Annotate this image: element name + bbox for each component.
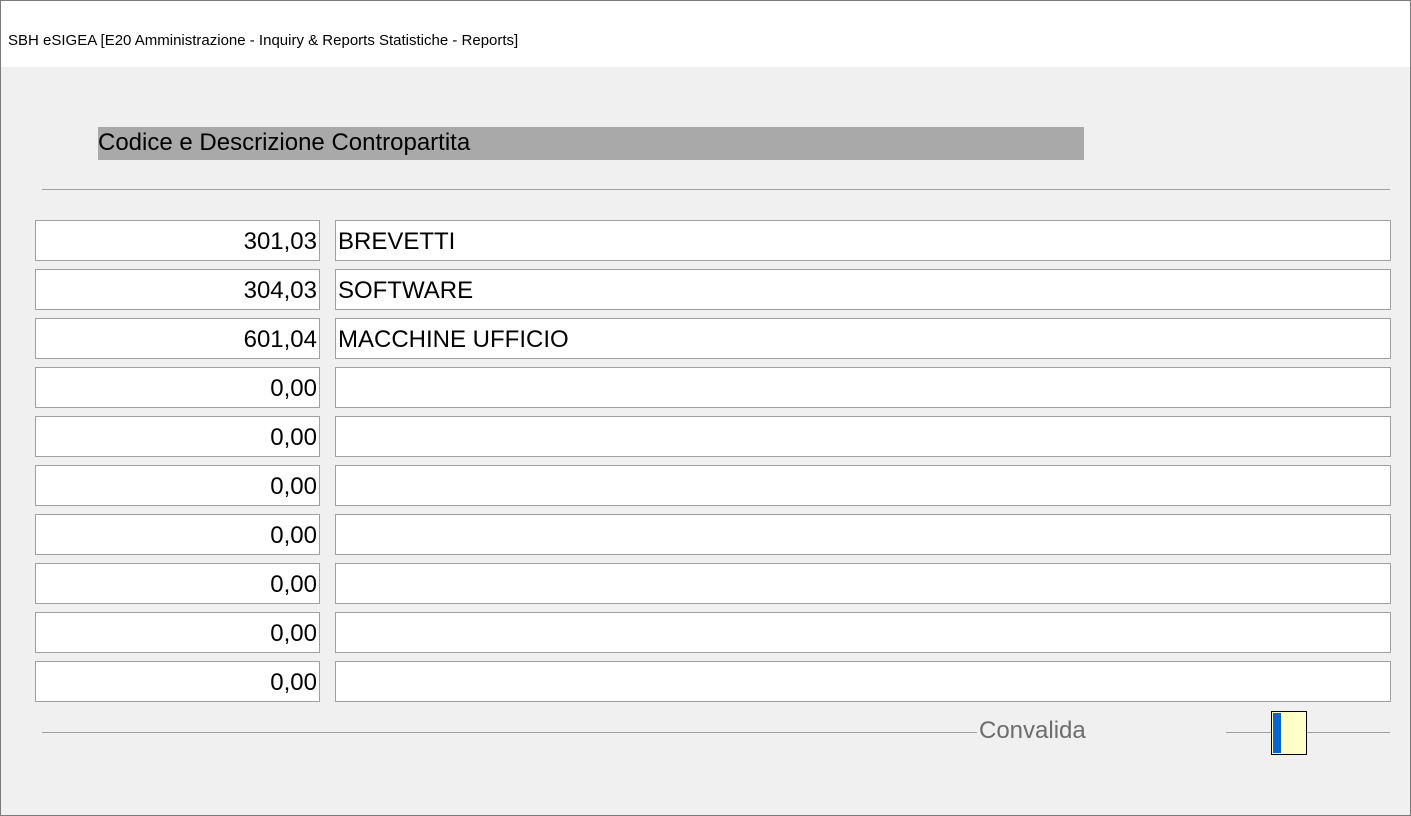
description-field[interactable] bbox=[335, 661, 1391, 702]
app-window: SBH eSIGEA [E20 Amministrazione - Inquir… bbox=[0, 0, 1411, 816]
table-row: 301,03 BREVETTI bbox=[35, 220, 1391, 263]
footer-divider-mid bbox=[1226, 732, 1271, 733]
table-row: 0,00 bbox=[35, 514, 1391, 557]
description-field[interactable]: SOFTWARE bbox=[335, 269, 1391, 310]
code-field[interactable]: 0,00 bbox=[35, 416, 320, 457]
code-field[interactable]: 304,03 bbox=[35, 269, 320, 310]
code-field[interactable]: 0,00 bbox=[35, 465, 320, 506]
description-field[interactable] bbox=[335, 416, 1391, 457]
description-field[interactable] bbox=[335, 514, 1391, 555]
table-row: 304,03 SOFTWARE bbox=[35, 269, 1391, 312]
window-title: SBH eSIGEA [E20 Amministrazione - Inquir… bbox=[8, 32, 519, 49]
footer-divider-left bbox=[42, 732, 977, 733]
table-row: 0,00 bbox=[35, 563, 1391, 606]
code-field[interactable]: 0,00 bbox=[35, 612, 320, 653]
code-field[interactable]: 601,04 bbox=[35, 318, 320, 359]
section-header: Codice e Descrizione Contropartita bbox=[98, 127, 1084, 160]
convalida-button[interactable] bbox=[1271, 711, 1307, 755]
table-row: 0,00 bbox=[35, 367, 1391, 410]
table-row: 0,00 bbox=[35, 416, 1391, 459]
code-field[interactable]: 0,00 bbox=[35, 514, 320, 555]
code-field[interactable]: 0,00 bbox=[35, 661, 320, 702]
convalida-label: Convalida bbox=[979, 717, 1086, 744]
code-field[interactable]: 0,00 bbox=[35, 563, 320, 604]
table-row: 0,00 bbox=[35, 465, 1391, 508]
section-header-label: Codice e Descrizione Contropartita bbox=[98, 129, 471, 156]
description-field[interactable]: BREVETTI bbox=[335, 220, 1391, 261]
header-divider bbox=[42, 189, 1390, 190]
table-row: 0,00 bbox=[35, 612, 1391, 655]
description-field[interactable] bbox=[335, 612, 1391, 653]
code-field[interactable]: 0,00 bbox=[35, 367, 320, 408]
convalida-indicator bbox=[1273, 713, 1281, 753]
footer-divider-right bbox=[1307, 732, 1390, 733]
table-row: 0,00 bbox=[35, 661, 1391, 704]
description-field[interactable]: MACCHINE UFFICIO bbox=[335, 318, 1391, 359]
title-bar: SBH eSIGEA [E20 Amministrazione - Inquir… bbox=[1, 1, 1410, 67]
table-row: 601,04 MACCHINE UFFICIO bbox=[35, 318, 1391, 361]
description-field[interactable] bbox=[335, 563, 1391, 604]
code-field[interactable]: 301,03 bbox=[35, 220, 320, 261]
description-field[interactable] bbox=[335, 367, 1391, 408]
description-field[interactable] bbox=[335, 465, 1391, 506]
